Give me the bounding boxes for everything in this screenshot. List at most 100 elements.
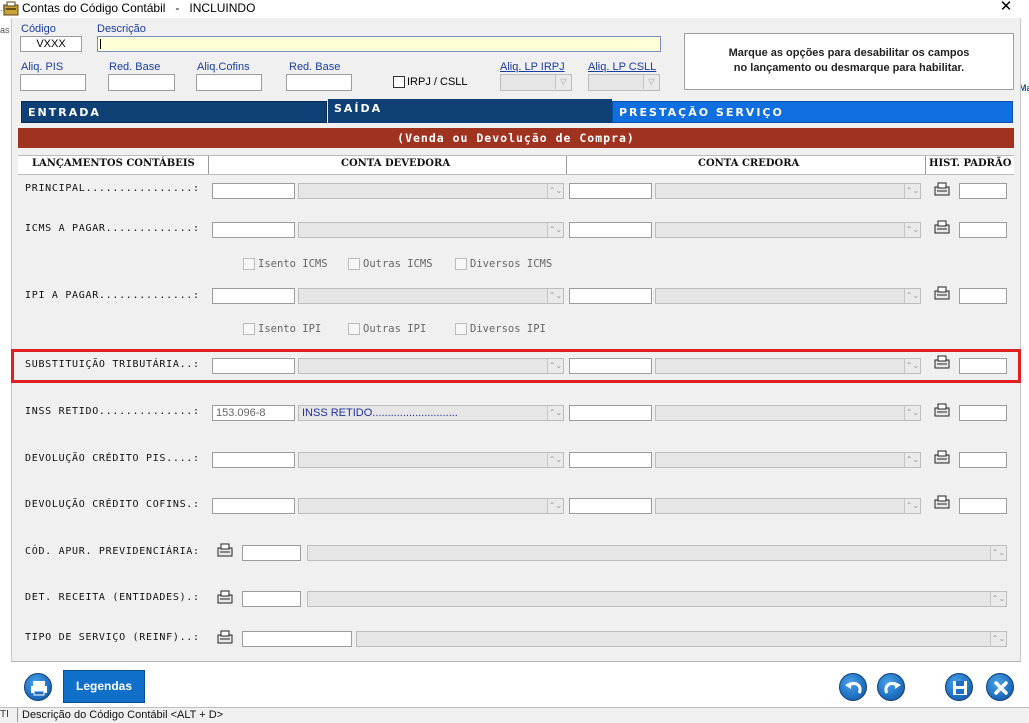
footer-divider bbox=[11, 661, 1021, 662]
row-label-ipi: IPI A PAGAR..............: bbox=[25, 290, 200, 301]
ipi-credit-code[interactable] bbox=[569, 288, 652, 304]
st-debit-code[interactable] bbox=[212, 358, 295, 374]
dev-cofins-hist-field[interactable] bbox=[959, 498, 1007, 514]
icms-hist-field[interactable] bbox=[959, 222, 1007, 238]
history-lookup-icon[interactable] bbox=[933, 219, 951, 235]
outras-ipi-label: Outras IPI bbox=[363, 323, 427, 335]
principal-debit-code[interactable] bbox=[212, 183, 295, 199]
inss-debit-code[interactable]: 153.096-8 bbox=[212, 405, 295, 421]
legendas-button[interactable]: Legendas bbox=[63, 670, 145, 703]
dev-cofins-debit-account[interactable]: ⌃⌄ bbox=[298, 498, 564, 514]
history-lookup-icon[interactable] bbox=[933, 494, 951, 510]
descricao-field[interactable] bbox=[97, 36, 661, 52]
dev-pis-debit-code[interactable] bbox=[212, 452, 295, 468]
spin-icon: ⌃⌄ bbox=[990, 592, 1006, 606]
tab-saida[interactable]: SAÍDA bbox=[328, 99, 612, 123]
aliq-pis-field[interactable] bbox=[20, 74, 86, 91]
info-line-1: Marque as opções para desabilitar os cam… bbox=[728, 47, 970, 59]
dev-cofins-debit-code[interactable] bbox=[212, 498, 295, 514]
principal-debit-account[interactable]: ⌃⌄ bbox=[298, 183, 564, 199]
dev-pis-credit-code[interactable] bbox=[569, 452, 652, 468]
redo-icon bbox=[884, 681, 901, 694]
codigo-field[interactable]: VXXX bbox=[20, 36, 82, 52]
cancel-button[interactable] bbox=[986, 673, 1014, 701]
spin-icon: ⌃⌄ bbox=[904, 223, 920, 237]
lookup-icon[interactable] bbox=[216, 629, 234, 645]
chevron-down-icon: ▽ bbox=[643, 75, 659, 89]
close-window-button[interactable]: ✕ bbox=[996, 0, 1016, 16]
principal-hist-field[interactable] bbox=[959, 183, 1007, 199]
spin-icon: ⌃⌄ bbox=[547, 223, 563, 237]
lookup-icon[interactable] bbox=[216, 542, 234, 558]
spin-icon: ⌃⌄ bbox=[990, 546, 1006, 560]
history-lookup-icon[interactable] bbox=[933, 402, 951, 418]
history-lookup-icon[interactable] bbox=[933, 181, 951, 197]
icms-debit-code[interactable] bbox=[212, 222, 295, 238]
det-receita-code[interactable] bbox=[242, 591, 301, 607]
icms-debit-account[interactable]: ⌃⌄ bbox=[298, 222, 564, 238]
inss-debit-account[interactable]: INSS RETIDO............................ ⌃… bbox=[298, 405, 564, 421]
spin-icon: ⌃⌄ bbox=[904, 359, 920, 373]
inss-credit-code[interactable] bbox=[569, 405, 652, 421]
aliq-lp-csll-select[interactable]: ▽ bbox=[588, 74, 660, 91]
ipi-debit-code[interactable] bbox=[212, 288, 295, 304]
irpj-csll-checkbox[interactable] bbox=[393, 76, 405, 88]
st-debit-account[interactable]: ⌃⌄ bbox=[298, 358, 564, 374]
ipi-debit-account[interactable]: ⌃⌄ bbox=[298, 288, 564, 304]
dev-pis-debit-account[interactable]: ⌃⌄ bbox=[298, 452, 564, 468]
dev-pis-hist-field[interactable] bbox=[959, 452, 1007, 468]
close-icon bbox=[994, 681, 1008, 695]
aliq-cofins-field[interactable] bbox=[196, 74, 262, 91]
st-hist-field[interactable] bbox=[959, 358, 1007, 374]
history-lookup-icon[interactable] bbox=[933, 354, 951, 370]
dev-cofins-credit-account[interactable]: ⌃⌄ bbox=[655, 498, 921, 514]
aliq-lp-csll-label: Aliq. LP CSLL bbox=[588, 61, 657, 73]
aliq-lp-irpj-select[interactable]: ▽ bbox=[500, 74, 572, 91]
ipi-hist-field[interactable] bbox=[959, 288, 1007, 304]
principal-credit-code[interactable] bbox=[569, 183, 652, 199]
row-label-devolucao-pis: DEVOLUÇÃO CRÉDITO PIS....: bbox=[25, 453, 200, 464]
tab-prestacao-servico[interactable]: PRESTAÇÃO SERVIÇO bbox=[612, 101, 1013, 123]
inss-hist-field[interactable] bbox=[959, 405, 1007, 421]
dev-cofins-credit-code[interactable] bbox=[569, 498, 652, 514]
print-button[interactable] bbox=[24, 673, 52, 701]
red-base-cofins-field[interactable] bbox=[286, 74, 352, 91]
outras-ipi-checkbox[interactable] bbox=[348, 323, 360, 335]
save-button[interactable] bbox=[945, 673, 973, 701]
isento-ipi-checkbox[interactable] bbox=[243, 323, 255, 335]
icms-credit-code[interactable] bbox=[569, 222, 652, 238]
irpj-csll-label: IRPJ / CSLL bbox=[407, 76, 468, 88]
redo-button[interactable] bbox=[877, 673, 905, 701]
row-label-det-receita: DET. RECEITA (ENTIDADES).: bbox=[25, 592, 200, 603]
outras-icms-checkbox[interactable] bbox=[348, 258, 360, 270]
cod-apur-code[interactable] bbox=[242, 545, 301, 561]
red-base-pis-field[interactable] bbox=[108, 74, 175, 91]
icms-credit-account[interactable]: ⌃⌄ bbox=[655, 222, 921, 238]
text-cursor bbox=[100, 39, 101, 49]
spin-icon: ⌃⌄ bbox=[547, 499, 563, 513]
lookup-icon[interactable] bbox=[216, 589, 234, 605]
det-receita-description[interactable]: ⌃⌄ bbox=[307, 591, 1007, 607]
col-conta-devedora: CONTA DEVEDORA bbox=[341, 158, 451, 169]
info-line-2: no lançamento ou desmarque para habilita… bbox=[733, 62, 965, 74]
history-lookup-icon[interactable] bbox=[933, 449, 951, 465]
st-credit-code[interactable] bbox=[569, 358, 652, 374]
history-lookup-icon[interactable] bbox=[933, 285, 951, 301]
undo-button[interactable] bbox=[839, 673, 867, 701]
diversos-ipi-checkbox[interactable] bbox=[455, 323, 467, 335]
row-label-devolucao-cofins: DEVOLUÇÃO CRÉDITO COFINS.: bbox=[25, 499, 200, 510]
inss-credit-account[interactable]: ⌃⌄ bbox=[655, 405, 921, 421]
tipo-servico-description[interactable]: ⌃⌄ bbox=[356, 631, 1007, 647]
dev-pis-credit-account[interactable]: ⌃⌄ bbox=[655, 452, 921, 468]
ipi-credit-account[interactable]: ⌃⌄ bbox=[655, 288, 921, 304]
cod-apur-description[interactable]: ⌃⌄ bbox=[307, 545, 1007, 561]
background-text: as bbox=[0, 25, 10, 35]
st-credit-account[interactable]: ⌃⌄ bbox=[655, 358, 921, 374]
principal-credit-account[interactable]: ⌃⌄ bbox=[655, 183, 921, 199]
tipo-servico-code[interactable] bbox=[242, 631, 352, 647]
isento-icms-checkbox[interactable] bbox=[243, 258, 255, 270]
descricao-label: Descrição bbox=[97, 23, 146, 35]
tab-entrada[interactable]: ENTRADA bbox=[21, 101, 327, 123]
diversos-icms-checkbox[interactable] bbox=[455, 258, 467, 270]
aliq-cofins-label: Aliq.Cofins bbox=[197, 61, 250, 73]
